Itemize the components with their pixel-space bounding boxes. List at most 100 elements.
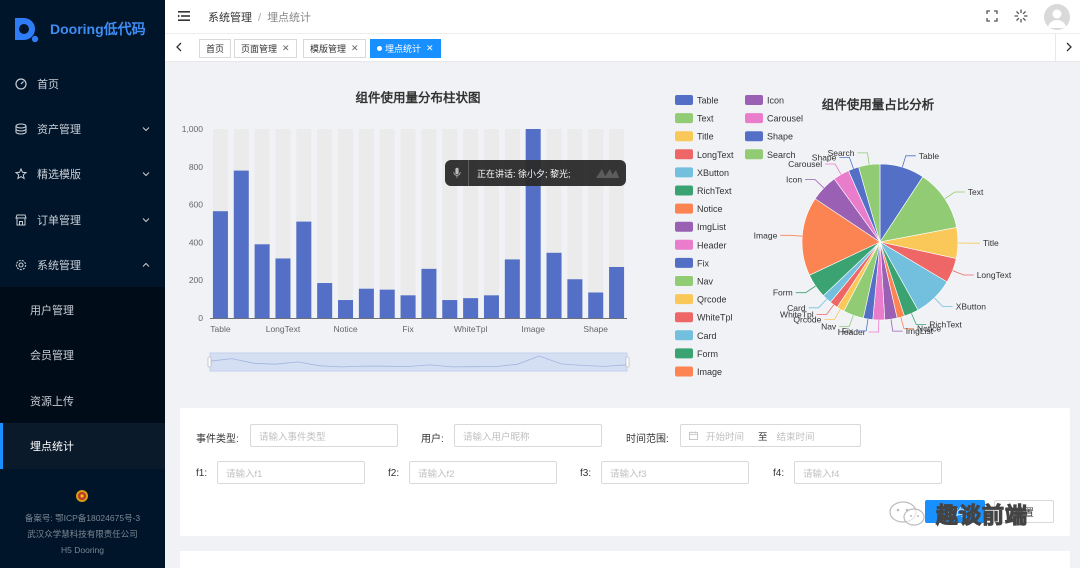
sidebar-subitem-users[interactable]: 用户管理 bbox=[0, 287, 165, 333]
pie-label-line bbox=[839, 157, 854, 169]
police-badge-icon bbox=[76, 490, 88, 502]
tab-bar: 首页 页面管理 ✕ 模版管理 ✕ 埋点统计 ✕ bbox=[165, 34, 1080, 62]
chevron-left-icon[interactable] bbox=[175, 42, 183, 52]
sidebar-item-system[interactable]: 系统管理 bbox=[0, 242, 165, 287]
y-tick-label: 1,000 bbox=[182, 124, 204, 134]
bar-background bbox=[338, 129, 354, 318]
watermark: 趣谈前端 bbox=[888, 498, 1028, 530]
avatar[interactable] bbox=[1044, 4, 1070, 30]
sidebar-item-orders[interactable]: 订单管理 bbox=[0, 197, 165, 242]
bar bbox=[379, 289, 395, 318]
legend-item: XButton bbox=[697, 168, 729, 178]
date-range-picker[interactable]: 开始时间 至 结束时间 bbox=[680, 424, 861, 447]
x-tick-label: Table bbox=[210, 324, 231, 334]
pie-label-line bbox=[795, 285, 816, 294]
chevron-down-icon bbox=[142, 172, 150, 177]
company-text: 武汉众学慧科技有限责任公司 bbox=[27, 529, 138, 539]
time-range-label: 时间范围: bbox=[626, 434, 669, 445]
legend-item: LongText bbox=[697, 150, 734, 160]
f2-label: f2: bbox=[388, 468, 400, 479]
sidebar-item-templates[interactable]: 精选模版 bbox=[0, 152, 165, 197]
x-tick-label: Fix bbox=[402, 324, 414, 334]
tab-tracking[interactable]: 埋点统计 ✕ bbox=[370, 39, 441, 58]
tab-page-manage[interactable]: 页面管理 ✕ bbox=[234, 39, 297, 58]
user-input[interactable]: 请输入用户昵称 bbox=[454, 424, 602, 447]
y-tick-label: 200 bbox=[189, 275, 203, 285]
sidebar-item-label: 资产管理 bbox=[37, 123, 81, 136]
fullscreen-icon[interactable] bbox=[985, 9, 999, 23]
legend-item: Fix bbox=[697, 258, 709, 268]
tab-template-manage[interactable]: 模版管理 ✕ bbox=[303, 39, 366, 58]
y-tick-label: 400 bbox=[189, 237, 203, 247]
f3-placeholder: 请输入f3 bbox=[610, 468, 647, 480]
user-placeholder: 请输入用户昵称 bbox=[463, 431, 530, 443]
pie-chart: TableTextTitleLongTextXButtonRichTextNot… bbox=[754, 148, 1012, 337]
bar-chart-title: 组件使用量分布柱状图 bbox=[355, 91, 481, 105]
voice-overlay: 正在讲话: 徐小夕; 黎光; bbox=[445, 160, 626, 186]
dashboard-icon bbox=[15, 78, 27, 90]
shop-icon bbox=[15, 214, 27, 226]
app-title: Dooring低代码 bbox=[50, 21, 146, 37]
x-tick-label: LongText bbox=[266, 324, 301, 334]
legend-item: Table bbox=[697, 96, 719, 106]
tab-home[interactable]: 首页 bbox=[199, 39, 232, 58]
sidebar-subitem-tracking[interactable]: 埋点统计 bbox=[0, 423, 165, 469]
sidebar-item-home[interactable]: 首页 bbox=[0, 61, 165, 106]
pie-label-line bbox=[805, 179, 825, 189]
sidebar-item-assets[interactable]: 资产管理 bbox=[0, 106, 165, 151]
pie-label-line bbox=[816, 304, 835, 315]
legend-swatch bbox=[675, 348, 693, 359]
pie-label-line bbox=[825, 163, 842, 175]
logo[interactable]: Dooring低代码 bbox=[12, 14, 146, 44]
f4-placeholder: 请输入f4 bbox=[803, 468, 840, 480]
f1-input[interactable]: 请输入f1 bbox=[217, 461, 365, 484]
bar bbox=[567, 279, 583, 318]
x-tick-label: Notice bbox=[333, 324, 357, 334]
pie-label: ImgList bbox=[906, 326, 934, 336]
sound-wave-icon bbox=[596, 169, 619, 178]
watermark-text: 趣谈前端 bbox=[935, 503, 1029, 529]
close-icon[interactable]: ✕ bbox=[282, 43, 290, 54]
menu-fold-icon[interactable] bbox=[178, 11, 190, 21]
bottom-panel bbox=[180, 551, 1070, 568]
chevron-right-icon[interactable] bbox=[1065, 42, 1073, 52]
f1-label: f1: bbox=[196, 468, 208, 479]
legend-item: Image bbox=[697, 367, 722, 377]
event-type-input[interactable]: 请输入事件类型 bbox=[250, 424, 398, 447]
pie-label-line bbox=[890, 319, 903, 332]
user-label: 用户: bbox=[421, 434, 444, 445]
end-date-placeholder[interactable]: 结束时间 bbox=[777, 429, 815, 443]
icp-text[interactable]: 备案号: 鄂ICP备18024675号-3 bbox=[0, 510, 165, 526]
sidebar-item-label: 订单管理 bbox=[37, 214, 81, 227]
f4-input[interactable]: 请输入f4 bbox=[794, 461, 942, 484]
legend-swatch bbox=[745, 95, 763, 105]
close-icon[interactable]: ✕ bbox=[351, 43, 359, 54]
legend-swatch bbox=[675, 113, 693, 124]
legend-item: Icon bbox=[767, 96, 784, 106]
microphone-icon[interactable] bbox=[445, 160, 469, 186]
legend-swatch bbox=[675, 239, 693, 250]
sidebar-item-label: 精选模版 bbox=[37, 169, 81, 182]
bar bbox=[254, 244, 270, 318]
legend-swatch bbox=[675, 312, 693, 323]
legend-item: Card bbox=[697, 331, 717, 341]
f2-input[interactable]: 请输入f2 bbox=[409, 461, 557, 484]
f3-input[interactable]: 请输入f3 bbox=[601, 461, 749, 484]
chart-panel: 组件使用量分布柱状图 组件使用量占比分析 0 200 400 600 800 1,000 T… bbox=[180, 75, 1070, 390]
breadcrumb-item[interactable]: 系统管理 bbox=[208, 12, 252, 24]
calendar-icon bbox=[689, 431, 698, 440]
pie-label-line bbox=[857, 152, 870, 165]
sidebar-subitem-members[interactable]: 会员管理 bbox=[0, 332, 165, 379]
legend-swatch bbox=[675, 185, 693, 196]
bar-chart: 0 200 400 600 800 1,000 Table LongText Notice Fix… bbox=[182, 124, 630, 372]
bar bbox=[338, 300, 354, 318]
f3-label: f3: bbox=[580, 468, 592, 479]
bar bbox=[442, 300, 458, 318]
product-text: H5 Dooring bbox=[61, 545, 104, 555]
bar-background bbox=[442, 129, 458, 318]
close-icon[interactable]: ✕ bbox=[426, 43, 434, 54]
loading-icon[interactable] bbox=[1014, 9, 1028, 23]
pie-label-line bbox=[808, 298, 828, 309]
sidebar-subitem-upload[interactable]: 资源上传 bbox=[0, 378, 165, 424]
start-date-placeholder[interactable]: 开始时间 bbox=[706, 429, 744, 443]
